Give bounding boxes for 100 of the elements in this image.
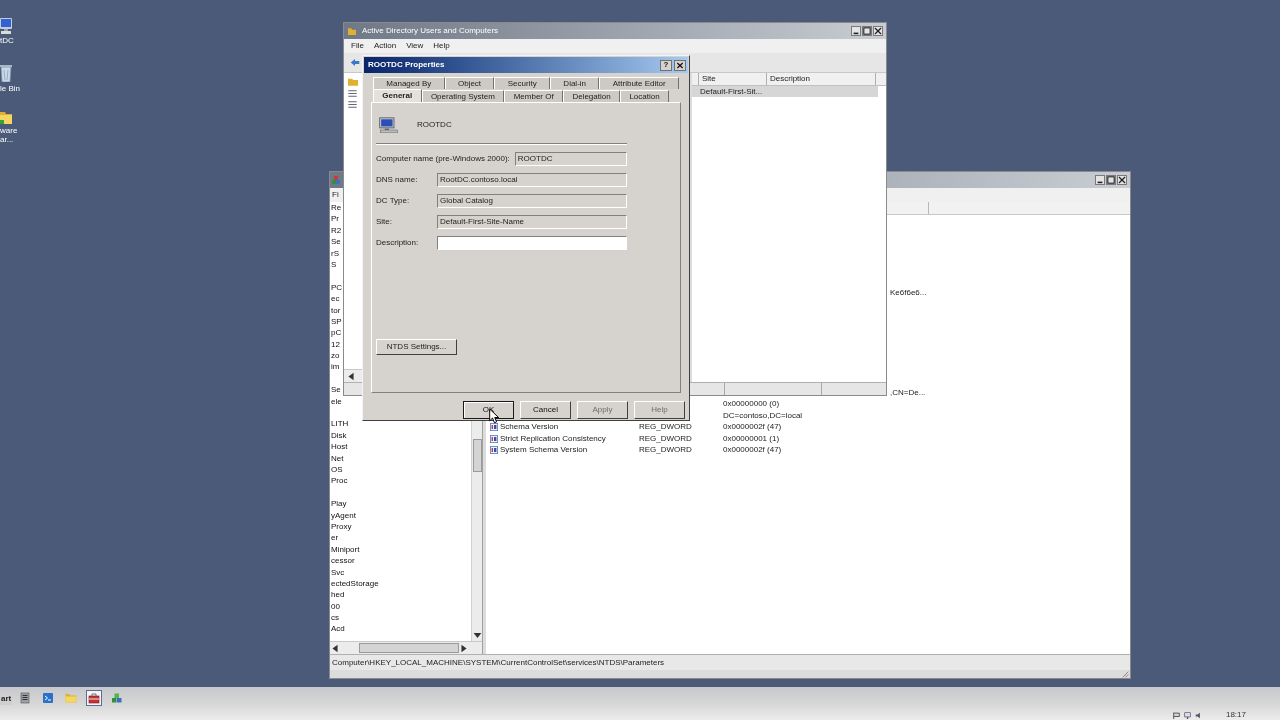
list-icon[interactable] — [348, 101, 357, 108]
tree-item[interactable]: R2 — [331, 224, 342, 237]
text-field[interactable]: RootDC.contoso.local — [437, 173, 627, 187]
tab[interactable]: General — [373, 89, 422, 102]
computer-icon[interactable] — [0, 18, 12, 34]
dialog-button[interactable]: Cancel — [520, 401, 571, 419]
vertical-scrollbar[interactable] — [471, 421, 482, 641]
icon-label[interactable]: ware ar... — [0, 126, 24, 144]
back-arrow-icon[interactable] — [350, 58, 360, 67]
icon-label[interactable]: tDC — [0, 36, 24, 45]
tree-item[interactable]: Se — [331, 384, 341, 396]
tree-item[interactable]: cs — [331, 612, 339, 624]
network-icon[interactable] — [1183, 711, 1191, 719]
left-arrow-icon[interactable] — [347, 371, 355, 381]
tab[interactable]: Operating System — [421, 90, 505, 102]
help-button[interactable]: ? — [660, 59, 672, 71]
resize-grip-icon[interactable] — [1122, 671, 1129, 678]
list-icon[interactable] — [348, 90, 357, 97]
tree-item[interactable]: im — [331, 361, 340, 373]
tree-item[interactable]: er — [331, 532, 339, 544]
tree-item[interactable]: PC — [331, 281, 343, 294]
taskbar-button[interactable] — [86, 690, 103, 706]
table-cell: Schema Version — [500, 423, 559, 432]
menu-item[interactable]: View — [406, 42, 424, 50]
maximize-button[interactable] — [1106, 175, 1116, 185]
tree-item[interactable]: Re — [331, 202, 342, 214]
speaker-icon[interactable] — [1194, 711, 1202, 719]
maximize-button[interactable] — [862, 26, 872, 36]
tree-item[interactable]: Pr — [331, 213, 339, 225]
tab[interactable]: Location — [620, 90, 669, 102]
tree-item[interactable]: S — [331, 258, 337, 271]
tree-item[interactable]: Miniport — [331, 543, 360, 556]
text-field[interactable]: Global Catalog — [437, 194, 627, 208]
table-cell: 0x00000000 (0) — [723, 400, 780, 409]
tree-item[interactable]: SP — [331, 315, 342, 328]
icon-label[interactable]: le Bin — [0, 84, 24, 93]
field-label: DC Type: — [376, 197, 411, 205]
scrollbar-thumb[interactable] — [359, 643, 459, 653]
tab[interactable]: Managed By — [373, 77, 445, 89]
minimize-button[interactable] — [1095, 175, 1105, 185]
close-button[interactable] — [873, 26, 883, 36]
tree-item[interactable]: Play — [331, 498, 347, 510]
horizontal-scrollbar[interactable] — [330, 641, 482, 654]
tree-item[interactable]: yAgent — [331, 509, 356, 521]
flag-icon[interactable] — [1172, 711, 1180, 719]
server-icon — [19, 692, 32, 704]
tab[interactable]: Security — [494, 77, 550, 89]
close-button[interactable] — [1117, 175, 1127, 185]
start-button[interactable]: art — [0, 693, 13, 705]
scrollbar-thumb[interactable] — [472, 439, 482, 472]
down-arrow-icon[interactable] — [472, 631, 482, 640]
tree-item[interactable]: 12 — [331, 338, 340, 351]
right-arrow-icon[interactable] — [460, 643, 468, 653]
minimize-button[interactable] — [851, 26, 861, 36]
menu-item[interactable]: Action — [373, 42, 397, 50]
tree-item[interactable]: LITH — [331, 418, 349, 430]
tree-item[interactable]: ec — [331, 293, 340, 305]
tree-item[interactable]: hed — [331, 589, 345, 601]
tree-item[interactable]: Svc — [331, 566, 345, 578]
table-cell: Ke6f6e6... — [890, 288, 927, 297]
text-field[interactable]: Default-First-Site-Name — [437, 215, 627, 229]
tree-item[interactable]: Proc — [331, 475, 348, 487]
tab[interactable]: Dial-in — [550, 77, 600, 89]
tree-item[interactable]: ele — [331, 395, 342, 408]
tab[interactable]: Member Of — [504, 90, 564, 102]
tree-item[interactable]: Se — [331, 236, 341, 248]
left-arrow-icon[interactable] — [331, 643, 339, 653]
menu-item[interactable]: Fi — [332, 191, 339, 199]
column-header[interactable]: Description — [767, 73, 876, 85]
field-label: Computer name (pre-Windows 2000): — [376, 155, 510, 163]
list-row[interactable]: Default-First-Sit... — [692, 86, 878, 98]
ntds-settings-button[interactable]: NTDS Settings... — [376, 339, 457, 355]
tree-item[interactable]: rS — [331, 247, 339, 259]
table-cell: 0x0000002f (47) — [723, 446, 782, 455]
tree-item[interactable]: zo — [331, 350, 340, 362]
table-cell: 0x0000002f (47) — [723, 423, 782, 432]
tree-item[interactable]: 00 — [331, 600, 340, 613]
tree-item[interactable]: pC — [331, 327, 342, 339]
table-cell: DC=contoso,DC=local — [723, 411, 803, 420]
text-field[interactable] — [437, 236, 627, 250]
tree-item[interactable]: OS — [331, 464, 343, 476]
tree-item[interactable]: cessor — [331, 555, 355, 567]
tree-item[interactable]: tor — [331, 304, 341, 316]
tree-item[interactable]: ectedStorage — [331, 577, 379, 590]
tree-item[interactable]: Proxy — [331, 520, 352, 533]
tree-item[interactable]: Disk — [331, 429, 347, 442]
tree-item[interactable]: Acd — [331, 623, 345, 635]
close-button[interactable] — [674, 59, 686, 71]
menu-item[interactable]: File — [351, 42, 364, 50]
folder-icon[interactable] — [0, 110, 12, 124]
tree-item[interactable]: Net — [331, 452, 344, 464]
recycle-bin-icon[interactable] — [0, 64, 12, 82]
dialog-button[interactable]: OK — [463, 401, 514, 419]
column-header[interactable]: Site — [699, 73, 767, 85]
tab[interactable]: Object — [444, 77, 495, 89]
tab[interactable]: Attribute Editor — [599, 77, 679, 89]
text-field[interactable]: ROOTDC — [514, 152, 627, 166]
tab[interactable]: Delegation — [563, 90, 621, 102]
tree-item[interactable]: Host — [331, 441, 348, 453]
menu-item[interactable]: Help — [433, 42, 450, 50]
